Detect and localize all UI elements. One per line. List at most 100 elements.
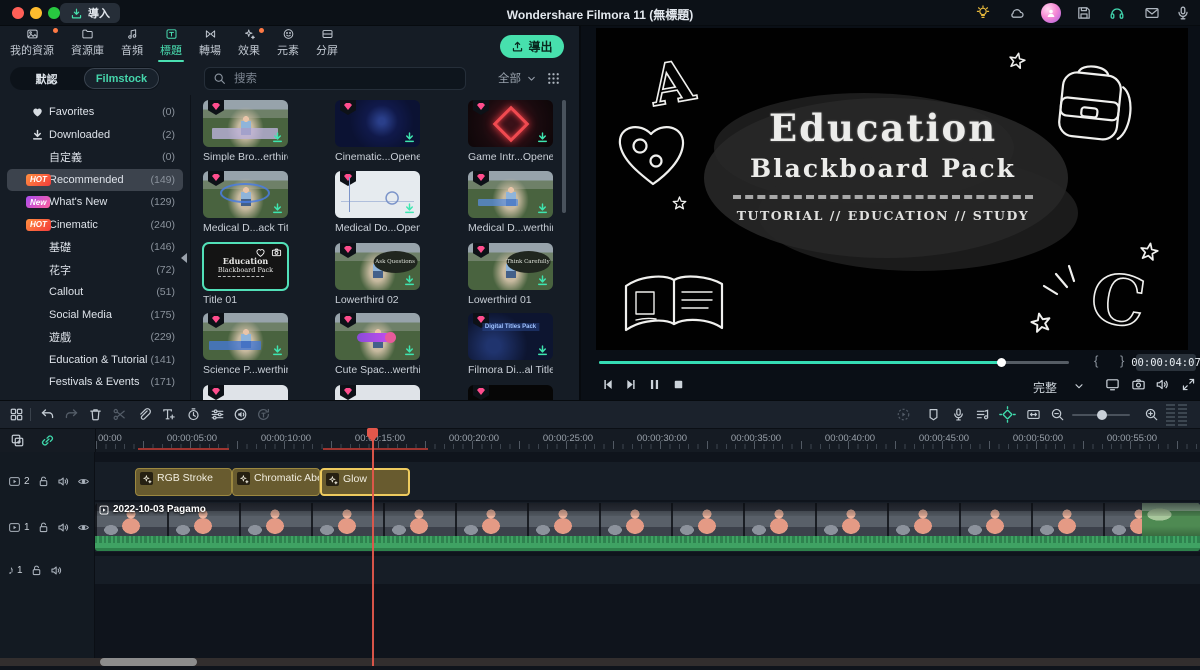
delete-trash-icon[interactable] — [88, 407, 103, 422]
sidebar-collapse-arrow-icon[interactable] — [181, 253, 187, 263]
template-thumbnail[interactable]: Digital Titles Pack — [468, 313, 553, 360]
mark-out-brace[interactable]: } — [1120, 353, 1124, 368]
tab-my-media[interactable]: 我的資源 — [8, 26, 56, 62]
volume-icon[interactable] — [1155, 377, 1170, 392]
zoom-slider-knob[interactable] — [1097, 410, 1107, 420]
sidebar-item-cinematic[interactable]: HOT Cinematic(240) — [7, 214, 183, 237]
snapshot-camera-icon[interactable] — [1131, 377, 1146, 392]
template-thumbnail[interactable] — [468, 171, 553, 218]
download-icon[interactable] — [536, 131, 549, 144]
keyframe-icon[interactable] — [999, 406, 1016, 423]
play-next-frame-icon[interactable] — [623, 377, 638, 392]
tab-titles[interactable]: 標題 — [158, 26, 184, 62]
grid-view-icon[interactable] — [546, 71, 561, 86]
previous-frame-icon[interactable] — [601, 377, 616, 392]
tab-stock-media[interactable]: 資源庫 — [69, 26, 106, 62]
voiceover-mic-icon[interactable] — [951, 407, 966, 422]
audio-mixer-icon[interactable] — [975, 407, 990, 422]
render-preview-icon[interactable] — [896, 407, 911, 422]
filter-dropdown[interactable]: 全部 — [498, 70, 537, 86]
sidebar-item-festivals-events[interactable]: Festivals & Events(171) — [7, 371, 183, 394]
playback-quality-dropdown[interactable]: 完整 — [1033, 379, 1057, 396]
hide-eye-icon[interactable] — [77, 475, 90, 488]
text-to-speech-icon[interactable] — [256, 407, 271, 422]
workspace-grid-icon[interactable] — [9, 407, 24, 422]
template-thumbnail[interactable] — [203, 171, 288, 218]
paste-copy-icon[interactable] — [10, 433, 25, 448]
template-thumbnail[interactable] — [203, 313, 288, 360]
preview-video[interactable]: A C Education Blackboard Pack TUTORIAL /… — [596, 28, 1188, 350]
redo-icon[interactable] — [64, 407, 79, 422]
fullscreen-icon[interactable] — [1181, 377, 1196, 392]
sidebar-item-education-tutorial[interactable]: Education & Tutorial(141) — [7, 349, 183, 372]
sidebar-item-games[interactable]: 遊戲(229) — [7, 326, 183, 349]
zoom-out-icon[interactable] — [1050, 407, 1065, 422]
template-thumbnail[interactable]: Think Carefully — [468, 243, 553, 290]
download-icon[interactable] — [403, 131, 416, 144]
adjust-sliders-icon[interactable] — [210, 407, 225, 422]
sidebar-item-basic[interactable]: 基礎(146) — [7, 236, 183, 259]
marker-shield-icon[interactable] — [926, 407, 941, 422]
segment-default[interactable]: 默認 — [10, 67, 83, 90]
mute-speaker-icon[interactable] — [57, 521, 70, 534]
snapshot-camera-icon[interactable] — [271, 247, 282, 258]
track-lane-audio-1[interactable] — [95, 556, 1200, 584]
timeline-horizontal-scrollbar[interactable] — [0, 658, 1200, 666]
sidebar-item-custom[interactable]: 自定義(0) — [7, 146, 183, 169]
auto-ripple-link-icon[interactable] — [40, 433, 55, 448]
download-icon[interactable] — [403, 344, 416, 357]
display-device-icon[interactable] — [1105, 377, 1120, 392]
scrollbar-thumb[interactable] — [100, 658, 197, 666]
mark-in-brace[interactable]: { — [1094, 353, 1098, 368]
sidebar-item-callout[interactable]: Callout(51) — [7, 281, 183, 304]
lock-icon[interactable] — [37, 475, 50, 488]
sidebar-item-favorites[interactable]: Favorites(0) — [7, 101, 183, 124]
add-text-icon[interactable] — [161, 407, 176, 422]
effect-clip-chromatic-aberration[interactable]: Chromatic Aber — [232, 468, 320, 496]
favorite-heart-icon[interactable] — [255, 247, 266, 258]
audio-detach-icon[interactable] — [233, 407, 248, 422]
tab-effects[interactable]: 效果 — [236, 26, 262, 62]
search-input[interactable] — [232, 72, 457, 86]
tab-split-screen[interactable]: 分屏 — [314, 26, 340, 62]
download-icon[interactable] — [536, 274, 549, 287]
download-icon[interactable] — [403, 202, 416, 215]
chevron-down-icon[interactable] — [1073, 380, 1085, 392]
mute-speaker-icon[interactable] — [57, 475, 70, 488]
template-thumbnail[interactable] — [203, 385, 288, 400]
speed-clock-icon[interactable] — [186, 407, 201, 422]
stop-icon[interactable] — [671, 377, 686, 392]
fit-timeline-icon[interactable] — [1026, 407, 1041, 422]
zoom-in-icon[interactable] — [1144, 407, 1159, 422]
cloud-icon[interactable] — [1009, 5, 1025, 21]
split-scissors-icon[interactable] — [112, 407, 127, 422]
sidebar-item-recommended[interactable]: HOT Recommended(149) — [7, 169, 183, 192]
lock-icon[interactable] — [37, 521, 50, 534]
template-thumbnail[interactable] — [335, 100, 420, 147]
download-icon[interactable] — [271, 131, 284, 144]
effect-clip-rgb-stroke[interactable]: RGB Stroke — [135, 468, 232, 496]
timeline-zoom-slider[interactable] — [1072, 414, 1130, 416]
hide-eye-icon[interactable] — [77, 521, 90, 534]
download-icon[interactable] — [271, 202, 284, 215]
template-thumbnail-selected[interactable]: Education Blackboard Pack — [203, 243, 288, 290]
download-icon[interactable] — [271, 344, 284, 357]
tab-elements[interactable]: 元素 — [275, 26, 301, 62]
time-ruler[interactable]: 00:00 00:00:05:00 00:00:10:00 00:00:15:0… — [95, 429, 1200, 452]
crop-clip-icon[interactable] — [137, 407, 152, 422]
mic-icon[interactable] — [1175, 5, 1191, 21]
download-icon[interactable] — [536, 344, 549, 357]
playhead-line[interactable] — [372, 428, 374, 666]
grid-scrollbar[interactable] — [562, 100, 566, 213]
mail-icon[interactable] — [1144, 5, 1160, 21]
effect-clip-glow[interactable]: Glow — [320, 468, 410, 496]
export-button[interactable]: 導出 — [500, 35, 564, 58]
lock-icon[interactable] — [30, 564, 43, 577]
template-thumbnail[interactable] — [468, 100, 553, 147]
template-thumbnail[interactable] — [335, 385, 420, 400]
sidebar-item-fancy-text[interactable]: 花字(72) — [7, 259, 183, 282]
user-avatar[interactable] — [1041, 3, 1061, 23]
pause-icon[interactable] — [647, 377, 662, 392]
mute-speaker-icon[interactable] — [50, 564, 63, 577]
download-icon[interactable] — [536, 202, 549, 215]
